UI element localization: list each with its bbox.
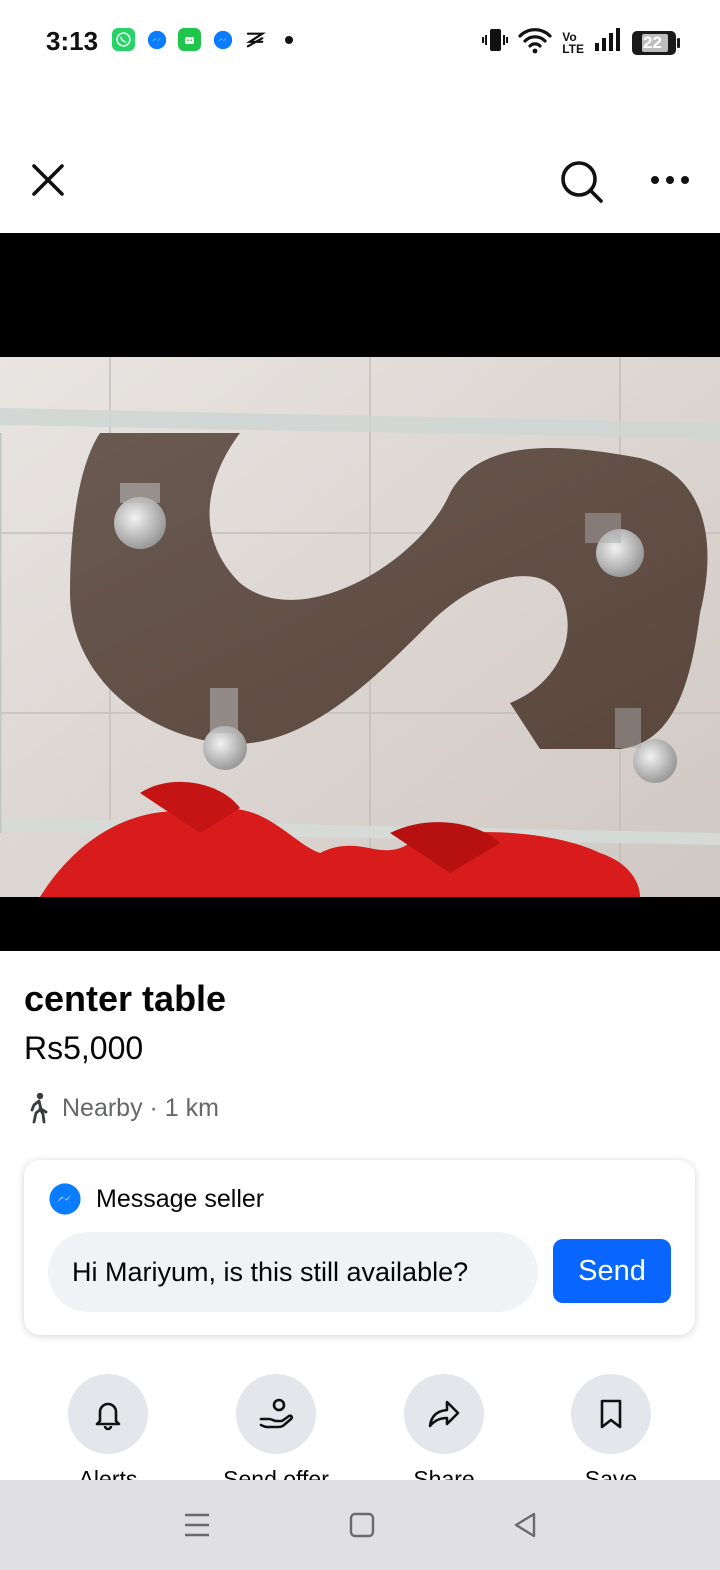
search-button[interactable] [554,154,610,210]
save-button[interactable]: Save [536,1374,686,1480]
square-icon [349,1512,375,1538]
top-nav [0,140,720,220]
volte-bottom: LTE [562,41,584,56]
share-label: Share [413,1466,475,1480]
volte-icon: Vo LTE [562,31,584,55]
offer-hand-icon [259,1398,294,1429]
vibrate-icon [482,26,509,59]
status-bar: 3:13 Vo LTE 22 [0,0,720,84]
message-input[interactable]: Hi Mariyum, is this still available? [48,1232,538,1312]
volte-top: Vo [562,29,577,44]
android-nav-bar [0,1480,720,1570]
bookmark-icon [600,1399,622,1429]
send-offer-circle[interactable] [236,1374,316,1454]
share-circle[interactable] [404,1374,484,1454]
messenger-icon [211,28,234,51]
share-button[interactable]: Share [369,1374,519,1480]
table-photo-image [0,233,720,951]
home-button[interactable] [342,1508,382,1542]
message-seller-header: Message seller [48,1182,264,1216]
battery-icon: 22 [632,30,680,55]
send-offer-button[interactable]: Send offer [201,1374,351,1480]
back-button[interactable] [505,1508,545,1542]
alerts-circle[interactable] [68,1374,148,1454]
system-icons: Vo LTE 22 [482,26,680,59]
recents-button[interactable] [177,1508,217,1542]
message-seller-card: Message seller Hi Mariyum, is this still… [24,1160,695,1335]
more-options-button[interactable] [644,160,696,200]
whatsapp-icon [112,28,135,51]
close-button[interactable] [22,154,74,206]
messenger-icon [145,28,168,51]
close-icon [32,164,64,196]
actions-row: Alerts Send offer Share Save [0,1374,720,1480]
messenger-icon [49,1183,81,1215]
green-app-icon [178,28,201,51]
location-text: Nearby · 1 km [62,1093,219,1122]
listing-location: Nearby · 1 km [24,1092,219,1124]
more-horizontal-icon [651,176,689,184]
bell-icon [95,1402,121,1431]
save-label: Save [584,1466,638,1480]
battery-level: 22 [643,32,662,52]
send-button[interactable]: Send [553,1239,671,1303]
share-icon [428,1400,460,1428]
walking-person-icon [30,1092,48,1124]
signal-icon [594,27,622,58]
alerts-button[interactable]: Alerts [33,1374,183,1480]
dot-icon [277,28,300,51]
search-icon [561,161,603,203]
listing-photo[interactable] [0,233,720,951]
message-seller-label: Message seller [96,1184,265,1213]
notification-icons [112,28,300,51]
alerts-label: Alerts [78,1466,138,1480]
listing-price: Rs5,000 [24,1030,144,1066]
capcut-icon [244,28,267,51]
save-circle[interactable] [571,1374,651,1454]
wifi-icon [518,26,552,59]
back-triangle-icon [514,1512,536,1538]
send-offer-label: Send offer [223,1466,329,1480]
listing-title: center table [24,978,227,1019]
status-time: 3:13 [46,26,99,56]
menu-lines-icon [185,1513,209,1537]
